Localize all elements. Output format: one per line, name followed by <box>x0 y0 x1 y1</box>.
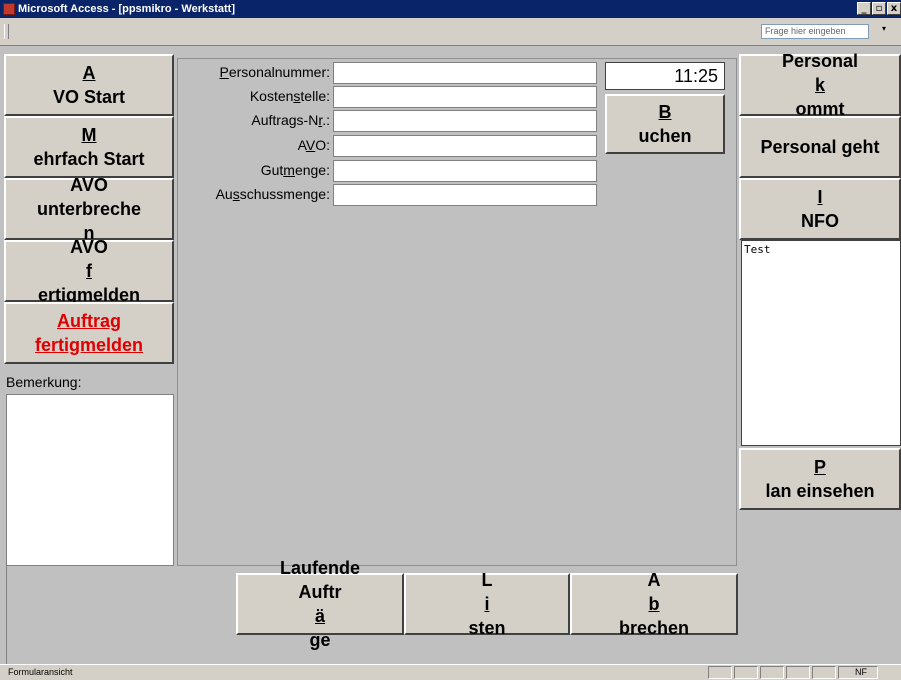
gutmenge-label: Gutmenge: <box>260 162 330 178</box>
abbrechen-button[interactable]: Ab brechen <box>570 570 738 638</box>
buchen-button[interactable]: Buchen <box>605 94 725 154</box>
avo-unterbrechen-button[interactable]: AVO unterbreche n <box>4 175 174 243</box>
kostenstelle-field[interactable] <box>333 86 597 108</box>
listen-access-key: i <box>484 594 490 614</box>
gutmenge-field[interactable] <box>333 160 597 182</box>
info-button[interactable]: I NFO <box>739 178 901 240</box>
clock-display: 11:25 <box>605 62 725 90</box>
plan-einsehen-button[interactable]: Plan einsehen <box>739 448 901 510</box>
abbrechen-label-post: brechen <box>618 618 690 638</box>
abbrechen-label-pre: A <box>647 570 661 590</box>
personal-kommt-access-key: k <box>814 75 825 95</box>
buchen-access-key: B <box>658 102 672 122</box>
toolbar-grip[interactable] <box>4 24 9 39</box>
buchen-label-post: uchen <box>638 126 692 146</box>
help-search-input[interactable]: Frage hier eingeben <box>761 24 869 39</box>
personal-kommt-line1: Personal <box>781 51 859 71</box>
status-bar: Formularansicht NF <box>0 664 901 680</box>
avo-field[interactable] <box>333 135 597 157</box>
minimize-button[interactable]: _ <box>857 2 871 15</box>
info-label-post: NFO <box>801 211 839 231</box>
mehrfach-start-button[interactable]: Mehrfach Start <box>4 116 174 178</box>
ausschussmenge-label: Ausschussmenge: <box>215 186 330 202</box>
auftrag-fertigmelden-button[interactable]: Auftrag fertigmelden <box>4 302 174 364</box>
info-textbox[interactable]: Test <box>741 240 901 446</box>
personal-geht-button[interactable]: Personal geht <box>739 116 901 178</box>
listen-label-post: sten <box>468 618 506 638</box>
personalnummer-field[interactable] <box>333 62 597 84</box>
avo-fertigmelden-button[interactable]: AVO f ertigmelden <box>4 237 174 305</box>
plan-einsehen-label-post: lan einsehen <box>765 481 875 501</box>
help-dropdown-icon[interactable]: ▾ <box>882 24 886 33</box>
listen-label-pre: L <box>481 570 493 590</box>
avo-start-label-post: VO Start <box>52 87 126 107</box>
title-bar: Microsoft Access - [ppsmikro - Werkstatt… <box>0 0 901 18</box>
laufende-line1: Laufende <box>279 558 360 578</box>
personalnummer-label: Personalnummer: <box>219 64 331 80</box>
status-cell <box>734 666 758 679</box>
status-text: Formularansicht <box>8 667 73 677</box>
status-cell <box>760 666 784 679</box>
abbrechen-access-key: b <box>648 594 660 614</box>
restore-button[interactable]: ▫ <box>872 2 886 15</box>
auftragsnr-label: Auftrags-Nr.: <box>251 112 330 128</box>
avo-unterbrechen-line1: AVO <box>70 175 108 195</box>
window-title: Microsoft Access - [ppsmikro - Werkstatt… <box>18 3 235 15</box>
laufende-label-pre: Auftr <box>298 582 342 602</box>
info-access-key: I <box>817 187 823 207</box>
avo-start-access-key: A <box>82 63 96 83</box>
form-border-line <box>6 566 7 664</box>
menu-strip: Frage hier eingeben ▾ <box>0 18 901 46</box>
status-cell <box>812 666 836 679</box>
kostenstelle-label: Kostenstelle: <box>249 88 330 104</box>
auftrag-fertigmelden-line2: fertigmelden <box>34 335 144 355</box>
avo-fertigmelden-access-key: f <box>86 261 92 281</box>
status-cell <box>786 666 810 679</box>
status-nf-indicator: NF <box>855 667 867 677</box>
auftrag-fertigmelden-line1: Auftrag <box>57 311 121 331</box>
laufende-auftraege-button[interactable]: Laufende Auftr ä ge <box>236 558 404 650</box>
personal-kommt-button[interactable]: Personal k ommt <box>739 51 901 119</box>
listen-button[interactable]: Li sten <box>404 570 570 638</box>
laufende-access-key: ä <box>314 606 325 626</box>
laufende-label-post: ge <box>309 630 331 650</box>
mehrfach-start-access-key: M <box>81 125 97 145</box>
ausschussmenge-field[interactable] <box>333 184 597 206</box>
plan-einsehen-access-key: P <box>813 457 826 477</box>
mehrfach-start-label-post: ehrfach Start <box>33 149 145 169</box>
bemerkung-textarea[interactable] <box>6 394 174 566</box>
avo-fertigmelden-line1: AVO <box>70 237 108 257</box>
avo-start-button[interactable]: A VO Start <box>4 54 174 116</box>
access-app-icon[interactable] <box>3 3 15 15</box>
close-button[interactable]: x <box>887 2 901 15</box>
bemerkung-label: Bemerkung: <box>6 374 82 390</box>
avo-unterbrechen-label-pre: unterbreche <box>36 199 142 219</box>
avo-label: AVO: <box>297 137 330 153</box>
auftragsnr-field[interactable] <box>333 110 597 132</box>
status-cell <box>708 666 732 679</box>
personal-geht-label: Personal geht <box>760 137 880 157</box>
